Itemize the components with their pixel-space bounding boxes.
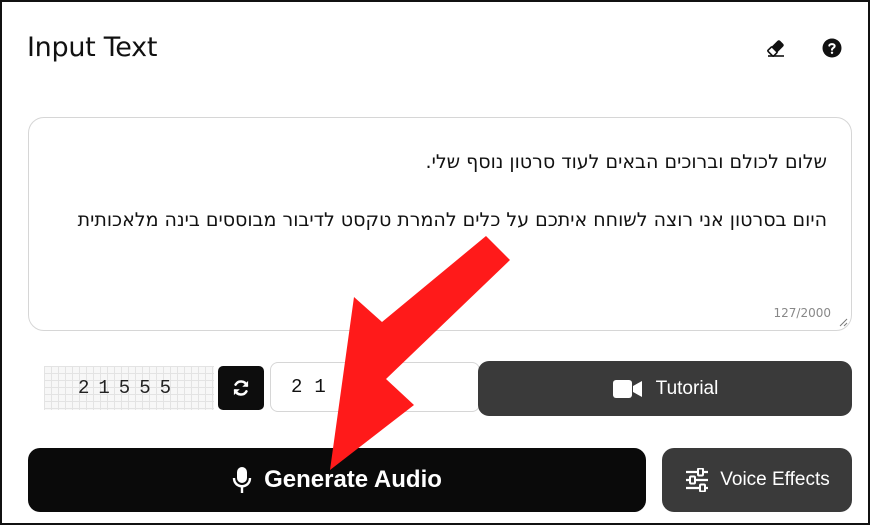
resize-handle-icon[interactable]	[839, 318, 848, 327]
generate-audio-label: Generate Audio	[264, 466, 442, 493]
microphone-icon	[232, 467, 252, 493]
captcha-input[interactable]	[270, 362, 480, 412]
text-line: היום בסרטון אני רוצה לשוחח איתכם על כלים…	[77, 209, 827, 231]
text-input-area[interactable]: שלום לכולם וברוכים הבאים לעוד סרטון נוסף…	[28, 117, 852, 331]
captcha-refresh-button[interactable]	[218, 366, 264, 410]
voice-effects-button[interactable]: Voice Effects	[662, 448, 852, 512]
tutorial-button[interactable]: Tutorial	[478, 361, 852, 416]
question-circle-icon[interactable]	[820, 36, 844, 60]
generate-audio-button[interactable]: Generate Audio	[28, 448, 646, 512]
refresh-icon	[233, 380, 249, 396]
panel-title: Input Text	[27, 32, 158, 63]
video-camera-icon	[612, 379, 642, 398]
tutorial-label: Tutorial	[655, 377, 719, 399]
character-counter: 127/2000	[773, 306, 832, 320]
sliders-icon	[686, 468, 709, 492]
input-text-panel: Input Text שלום לכולם וברוכים הבאים לעוד…	[0, 0, 870, 525]
voice-effects-label: Voice Effects	[720, 469, 830, 490]
eraser-icon[interactable]	[764, 36, 788, 60]
captcha-image: 21555	[44, 366, 214, 410]
text-line: שלום לכולם וברוכים הבאים לעוד סרטון נוסף…	[425, 151, 827, 173]
